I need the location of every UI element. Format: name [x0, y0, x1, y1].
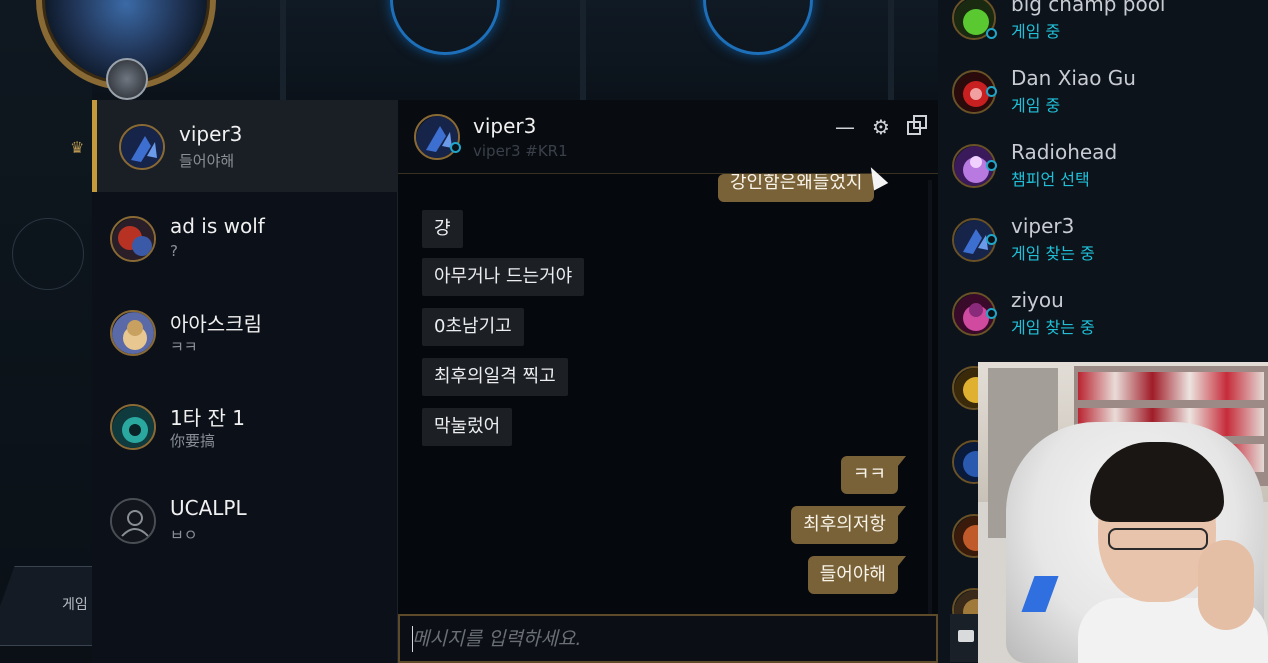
- conversation-list: viper3 들어야해 ad is wolf ? 아아스크림 ㅋㅋ 1타 잔 1…: [92, 100, 398, 663]
- play-button-label: 게임: [62, 597, 88, 613]
- minimize-icon[interactable]: —: [832, 114, 858, 140]
- avatar: [119, 124, 165, 170]
- conversation-preview: 들어야해: [179, 152, 235, 170]
- chat-bubble-icon: [958, 630, 974, 642]
- friend-status: 게임 찾는 중: [1011, 244, 1095, 263]
- friend-name: big champ pool: [1011, 0, 1166, 16]
- chat-window: viper3 viper3 #KR1 — ⚙ 강인함은왜들었지 걍 아무거나 드…: [398, 100, 938, 663]
- friend-item[interactable]: big champ pool 게임 중: [938, 0, 1268, 58]
- friend-status: 게임 중: [1011, 22, 1061, 41]
- webcam-overlay: [978, 362, 1268, 663]
- friend-name: Radiohead: [1011, 140, 1118, 164]
- background-circle: [12, 218, 84, 290]
- chat-message-outgoing: 강인함은왜들었지: [718, 174, 875, 202]
- conversation-name: UCALPL: [170, 496, 247, 520]
- conversation-name: viper3: [179, 122, 243, 146]
- conversation-preview: 你要搞: [170, 432, 216, 450]
- popout-icon[interactable]: [904, 114, 930, 140]
- online-status-icon: [986, 234, 997, 245]
- avatar: [110, 216, 156, 262]
- background-left: [0, 0, 92, 663]
- send-button[interactable]: [950, 614, 980, 662]
- avatar[interactable]: [414, 114, 460, 160]
- chat-riot-id: viper3 #KR1: [473, 142, 568, 160]
- chat-message-incoming: 막눌렀어: [422, 408, 513, 446]
- chat-message-outgoing: 최후의저항: [791, 506, 906, 544]
- friend-item[interactable]: Radiohead 챔피언 선택: [938, 132, 1268, 206]
- app-root: ♛ 게임 viper3 들어야해 ad is wolf ? 아아스크림 ㅋㅋ 1…: [0, 0, 1268, 663]
- online-status-icon: [986, 308, 997, 319]
- conversation-name: 1타 잔 1: [170, 406, 245, 430]
- conversation-preview: ㅂㅇ: [170, 526, 198, 544]
- text-caret: [412, 626, 413, 652]
- friend-name: ziyou: [1011, 288, 1064, 312]
- friend-item[interactable]: viper3 게임 찾는 중: [938, 206, 1268, 280]
- chat-title: viper3: [473, 114, 537, 138]
- conversation-item[interactable]: 1타 잔 1 你要搞: [92, 380, 398, 472]
- chat-message-incoming: 아무거나 드는거야: [422, 258, 585, 296]
- gear-icon[interactable]: ⚙: [868, 114, 894, 140]
- avatar: [110, 404, 156, 450]
- online-status-icon: [450, 142, 461, 153]
- conversation-name: ad is wolf: [170, 214, 265, 238]
- crown-icon: ♛: [70, 138, 85, 157]
- message-input[interactable]: [412, 624, 912, 654]
- level-badge: [106, 58, 148, 100]
- friend-item[interactable]: Dan Xiao Gu 게임 중: [938, 58, 1268, 132]
- conversation-preview: ?: [170, 242, 178, 260]
- avatar: [110, 310, 156, 356]
- chat-header: viper3 viper3 #KR1 — ⚙: [398, 100, 938, 174]
- friend-status: 게임 찾는 중: [1011, 318, 1095, 337]
- conversation-item[interactable]: UCALPL ㅂㅇ: [92, 474, 398, 566]
- conversation-name: 아아스크림: [170, 312, 262, 336]
- background-pillar: [888, 0, 894, 100]
- background-pillar: [580, 0, 586, 100]
- conversation-item[interactable]: viper3 들어야해: [92, 100, 398, 192]
- friend-status: 게임 중: [1011, 96, 1061, 115]
- online-status-icon: [986, 160, 997, 171]
- chat-message-incoming: 0초남기고: [422, 308, 524, 346]
- friend-status: 챔피언 선택: [1011, 170, 1090, 189]
- background-pillar: [280, 0, 286, 100]
- chat-message-incoming: 최후의일격 찍고: [422, 358, 568, 396]
- chat-scrollbar[interactable]: [928, 180, 932, 620]
- background-top: [92, 0, 938, 100]
- webcam-shelf-row: [1078, 372, 1264, 400]
- message-input-bar: [398, 614, 938, 663]
- friend-item[interactable]: ziyou 게임 찾는 중: [938, 280, 1268, 354]
- conversation-item[interactable]: ad is wolf ?: [92, 192, 398, 284]
- friend-name: Dan Xiao Gu: [1011, 66, 1136, 90]
- chat-message-outgoing: ㅋㅋ: [840, 456, 907, 494]
- chat-message-outgoing: 들어야해: [807, 556, 907, 594]
- webcam-person-glasses: [1108, 528, 1208, 550]
- user-icon: [110, 498, 156, 544]
- chat-message-incoming: 걍: [422, 210, 463, 248]
- online-status-icon: [986, 28, 997, 39]
- friend-name: viper3: [1011, 214, 1075, 238]
- webcam-person-hand: [1198, 540, 1254, 630]
- conversation-preview: ㅋㅋ: [170, 338, 198, 356]
- conversation-item[interactable]: 아아스크림 ㅋㅋ: [92, 286, 398, 378]
- online-status-icon: [986, 86, 997, 97]
